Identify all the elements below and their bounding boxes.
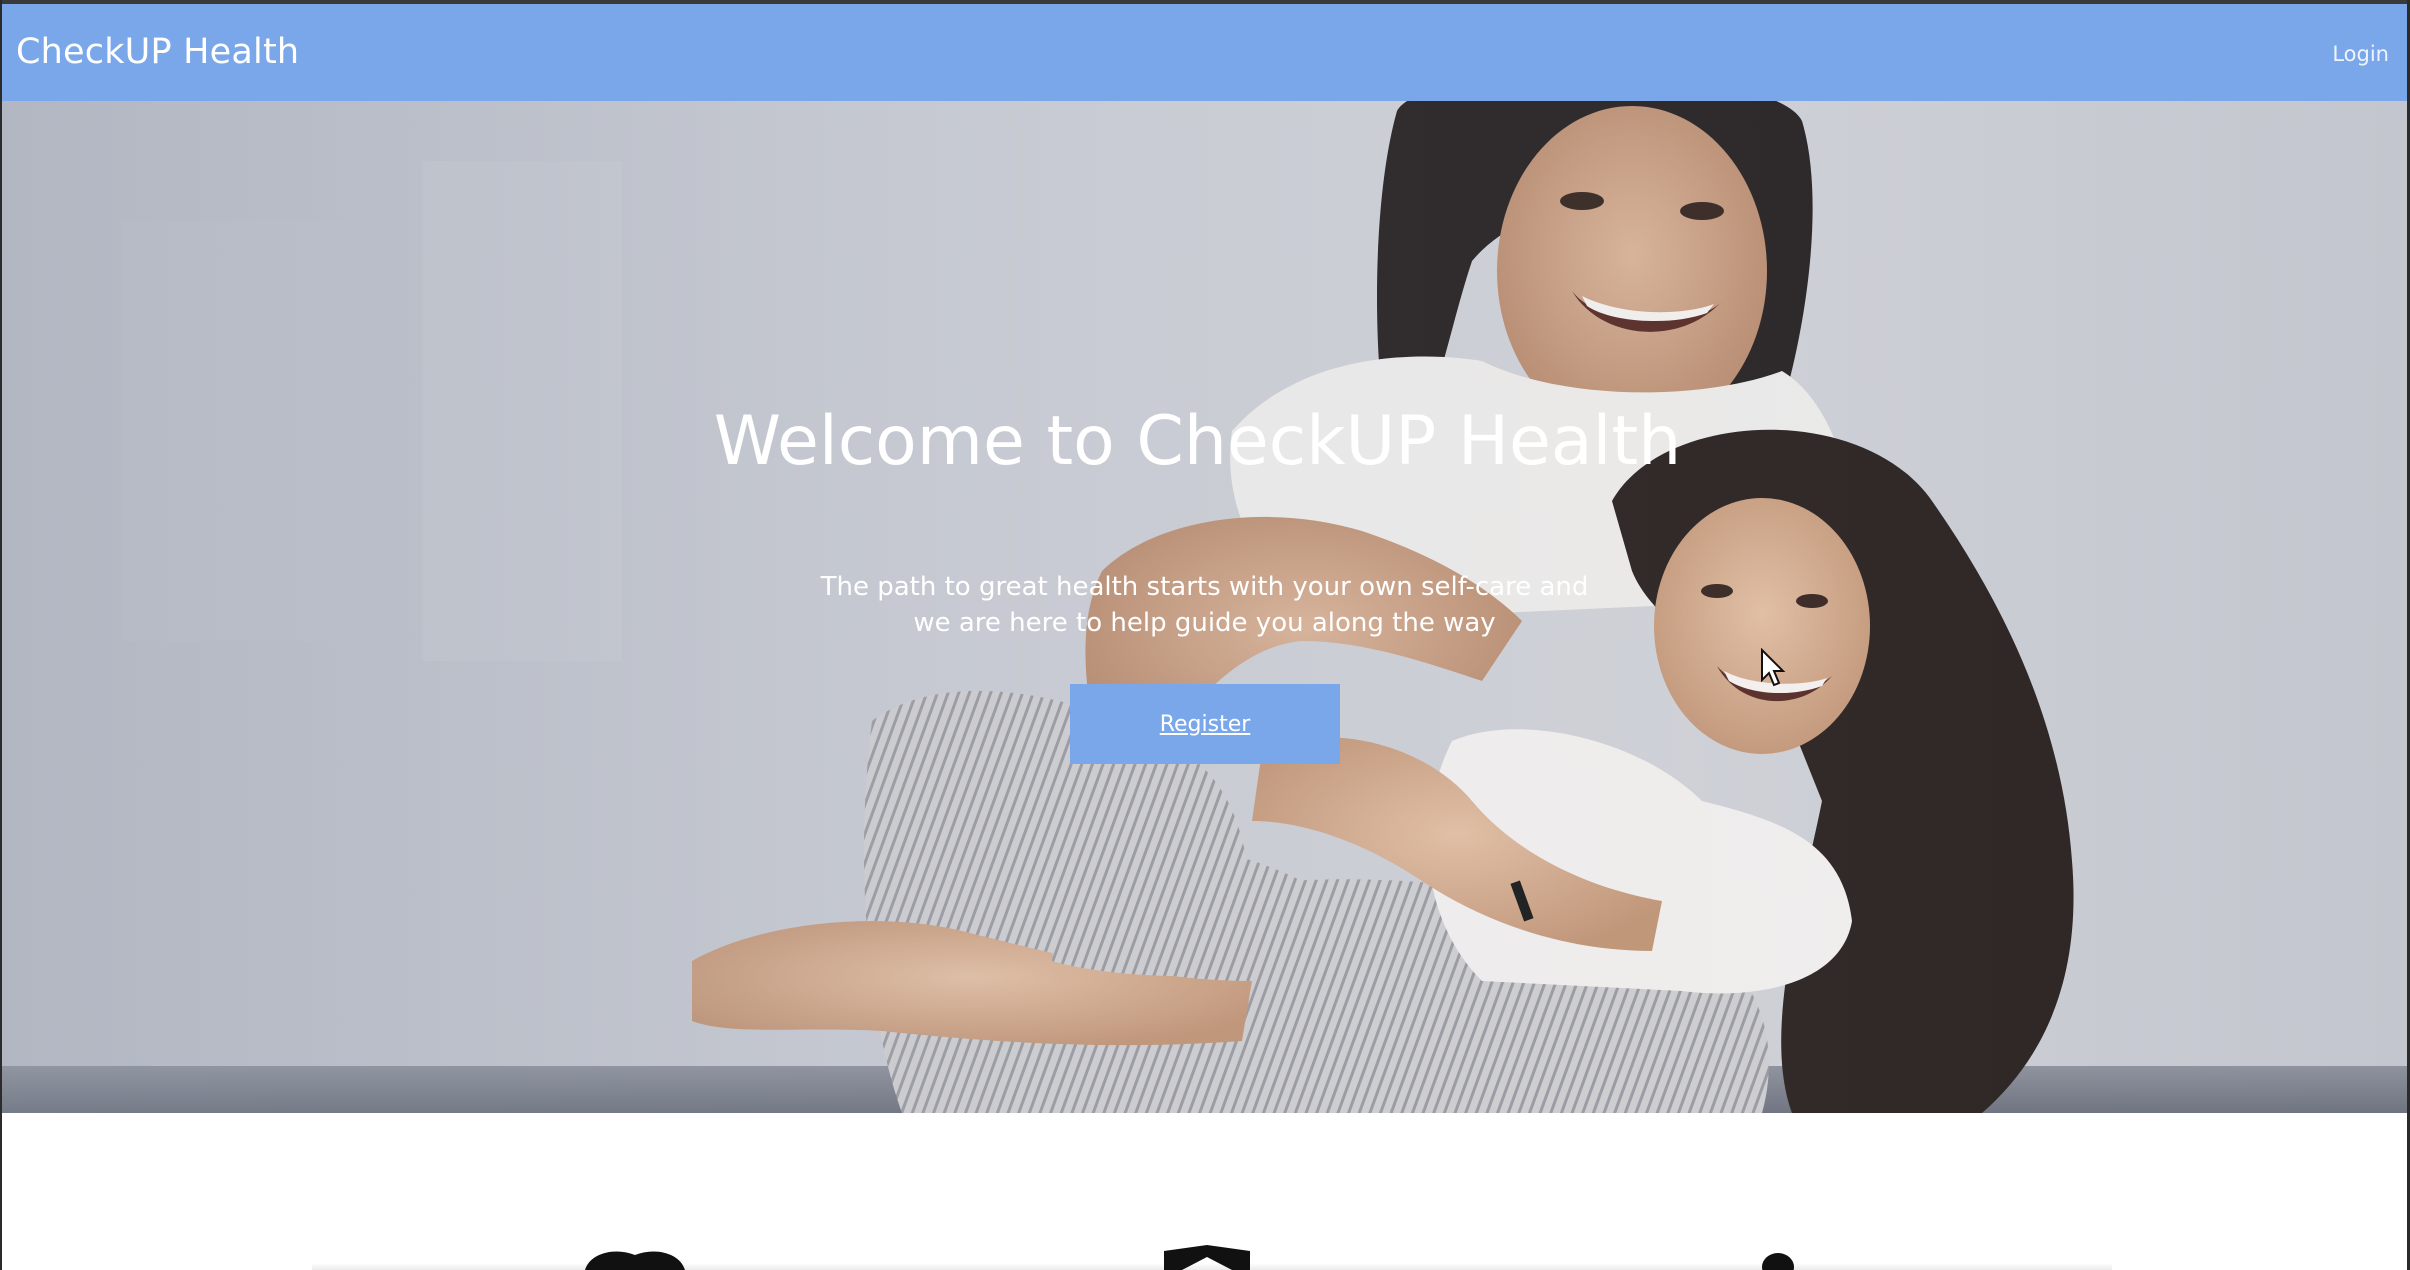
register-button[interactable]: Register bbox=[1070, 684, 1340, 764]
hero-section: Welcome to CheckUP Health The path to gr… bbox=[2, 101, 2407, 1113]
features-section bbox=[2, 1113, 2407, 1270]
browser-viewport: CheckUP Health Login Welcome to CheckUP … bbox=[0, 0, 2410, 1270]
hero-subtitle: The path to great health starts with you… bbox=[2, 569, 2407, 641]
envelope-icon bbox=[1164, 1245, 1250, 1270]
hero-subtitle-line2: we are here to help guide you along the … bbox=[913, 608, 1496, 638]
top-navbar: CheckUP Health Login bbox=[2, 4, 2407, 101]
person-icon bbox=[1762, 1253, 1794, 1270]
hero-title: Welcome to CheckUP Health bbox=[713, 401, 1682, 481]
hero-subtitle-line1: The path to great health starts with you… bbox=[820, 572, 1589, 602]
book-icon bbox=[585, 1251, 685, 1270]
mouse-cursor-icon bbox=[1761, 648, 1786, 687]
login-link[interactable]: Login bbox=[2332, 42, 2389, 66]
brand-logo[interactable]: CheckUP Health bbox=[16, 32, 299, 72]
